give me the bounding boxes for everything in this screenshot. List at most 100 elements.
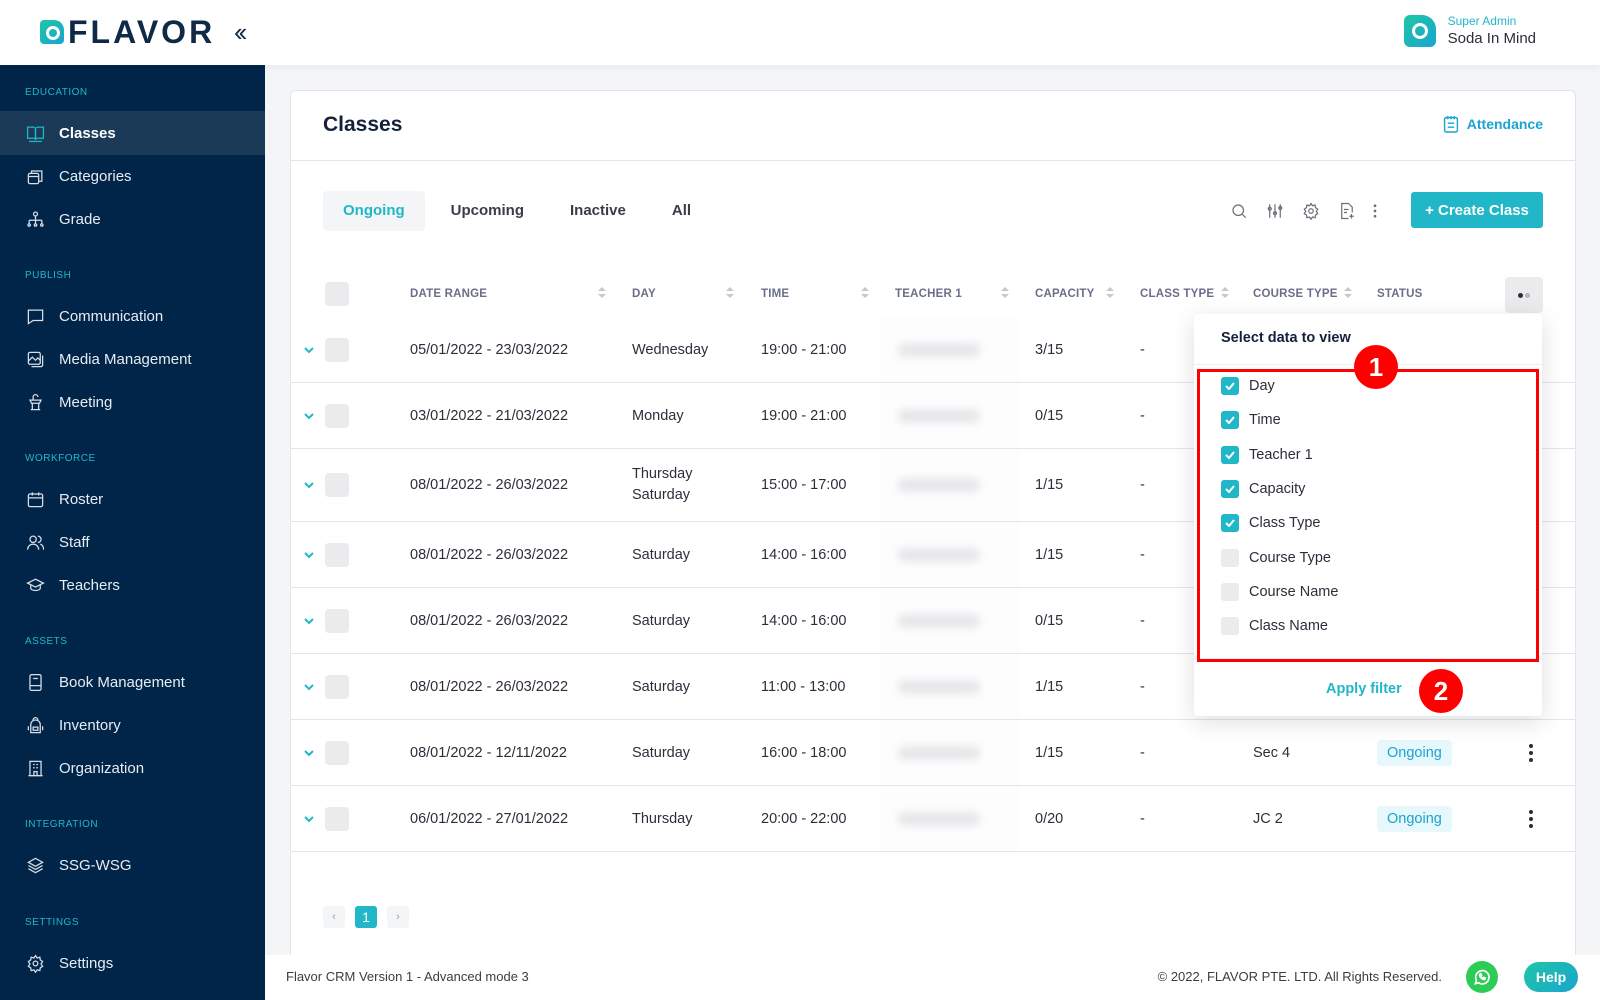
row-checkbox[interactable] xyxy=(325,806,349,831)
status-badge: Ongoing xyxy=(1377,805,1452,832)
blurred-teacher-name xyxy=(898,679,980,694)
sidebar-item-label: Classes xyxy=(59,124,116,142)
help-button[interactable]: Help xyxy=(1524,962,1578,992)
whatsapp-icon[interactable] xyxy=(1466,961,1498,993)
sidebar-item-ssg-wsg[interactable]: SSG-WSG xyxy=(0,843,265,887)
class-type-cell: - xyxy=(1140,810,1145,827)
column-header-class-type[interactable]: CLASS TYPE xyxy=(1140,271,1214,317)
tab-upcoming[interactable]: Upcoming xyxy=(431,191,544,231)
search-icon[interactable] xyxy=(1221,199,1257,223)
expand-row-chevron-icon[interactable] xyxy=(303,720,315,785)
expand-row-chevron-icon[interactable] xyxy=(303,786,315,851)
column-header-course-type[interactable]: COURSE TYPE xyxy=(1253,271,1338,317)
sidebar-item-label: Staff xyxy=(59,533,90,551)
sidebar-item-categories[interactable]: Categories xyxy=(0,154,265,198)
sidebar-item-communication[interactable]: Communication xyxy=(0,294,265,338)
sidebar-item-grade[interactable]: Grade xyxy=(0,197,265,241)
expand-row-chevron-icon[interactable] xyxy=(303,654,315,719)
sidebar-item-inventory[interactable]: Inventory xyxy=(0,703,265,747)
column-header-teacher-1[interactable]: TEACHER 1 xyxy=(895,271,962,317)
prev-page-button[interactable]: ‹ xyxy=(323,906,345,928)
attendance-link[interactable]: Attendance xyxy=(1443,115,1543,133)
column-header-day[interactable]: DAY xyxy=(632,271,656,317)
sort-icon[interactable] xyxy=(1221,286,1229,300)
gallery-icon xyxy=(25,349,45,369)
column-header-capacity[interactable]: CAPACITY xyxy=(1035,271,1095,317)
row-actions-icon[interactable] xyxy=(1527,809,1535,828)
table-row[interactable]: 08/01/2022 - 12/11/2022 Saturday 16:00 -… xyxy=(291,720,1575,786)
more-vertical-icon[interactable] xyxy=(1365,199,1385,223)
sidebar-item-roster[interactable]: Roster xyxy=(0,477,265,521)
day-cell: Saturday xyxy=(632,522,690,587)
teacher-cell xyxy=(880,522,1020,587)
annotation-marker-2: 2 xyxy=(1419,669,1463,713)
class-type-cell: - xyxy=(1140,612,1145,629)
apply-filter-button[interactable]: Apply filter xyxy=(1326,681,1402,697)
row-actions-icon[interactable] xyxy=(1527,743,1535,762)
sort-icon[interactable] xyxy=(598,286,606,300)
expand-row-chevron-icon[interactable] xyxy=(303,522,315,587)
flavor-logo[interactable]: FLAVOR xyxy=(40,16,215,48)
expand-row-chevron-icon[interactable] xyxy=(303,588,315,653)
column-header-status[interactable]: STATUS xyxy=(1377,271,1423,317)
sidebar-item-staff[interactable]: Staff xyxy=(0,520,265,564)
create-class-button[interactable]: + Create Class xyxy=(1411,192,1543,228)
user-name: Soda In Mind xyxy=(1447,30,1536,47)
sort-icon[interactable] xyxy=(1344,286,1352,300)
sort-icon[interactable] xyxy=(1106,286,1114,300)
clipboard-calendar-icon xyxy=(1443,116,1458,133)
export-file-icon[interactable] xyxy=(1329,199,1365,223)
expand-row-chevron-icon[interactable] xyxy=(303,383,315,448)
column-picker-toggle[interactable] xyxy=(1505,277,1543,313)
gear-icon[interactable] xyxy=(1293,199,1329,223)
user-profile[interactable]: Super Admin Soda In Mind xyxy=(1403,14,1536,47)
sidebar-item-meeting[interactable]: Meeting xyxy=(0,380,265,424)
sidebar-item-label: Categories xyxy=(59,167,132,185)
sort-icon[interactable] xyxy=(1001,286,1009,300)
sort-icon[interactable] xyxy=(861,286,869,300)
sidebar-item-classes[interactable]: Classes xyxy=(0,111,265,155)
sort-icon[interactable] xyxy=(726,286,734,300)
expand-row-chevron-icon[interactable] xyxy=(303,317,315,382)
table-row[interactable]: 06/01/2022 - 27/01/2022 Thursday 20:00 -… xyxy=(291,786,1575,852)
expand-row-chevron-icon[interactable] xyxy=(303,449,315,521)
day-text: Thursday xyxy=(632,810,693,827)
page-1-button[interactable]: 1 xyxy=(355,906,377,928)
sidebar-item-media-management[interactable]: Media Management xyxy=(0,337,265,381)
capacity-cell: 0/20 xyxy=(1035,810,1064,827)
class-type-cell: - xyxy=(1140,744,1145,761)
time-cell: 19:00 - 21:00 xyxy=(761,407,847,424)
tab-all[interactable]: All xyxy=(652,191,711,231)
tab-ongoing[interactable]: Ongoing xyxy=(323,191,425,231)
row-checkbox[interactable] xyxy=(325,740,349,765)
book-icon xyxy=(25,672,45,692)
row-checkbox[interactable] xyxy=(325,608,349,633)
column-header-time[interactable]: TIME xyxy=(761,271,789,317)
time-cell: 15:00 - 17:00 xyxy=(761,477,847,493)
sidebar-item-settings[interactable]: Settings xyxy=(0,941,265,985)
chevrons-left-icon[interactable]: ‹‹ xyxy=(234,19,247,45)
column-header-date-range[interactable]: DATE RANGE xyxy=(410,271,487,317)
teacher-cell xyxy=(880,588,1020,653)
sidebar-item-label: Roster xyxy=(59,490,104,508)
sidebar-item-book-management[interactable]: Book Management xyxy=(0,660,265,704)
next-page-button[interactable]: › xyxy=(387,906,409,928)
day-text: Saturday xyxy=(632,612,691,629)
sidebar-item-organization[interactable]: Organization xyxy=(0,746,265,790)
select-all-checkbox[interactable] xyxy=(325,282,349,306)
class-type-cell: - xyxy=(1140,407,1145,424)
sidebar-item-label: Inventory xyxy=(59,716,121,734)
row-checkbox[interactable] xyxy=(325,542,349,567)
sidebar-item-teachers[interactable]: Teachers xyxy=(0,563,265,607)
sliders-icon[interactable] xyxy=(1257,199,1293,223)
tab-inactive[interactable]: Inactive xyxy=(550,191,646,231)
date-range-cell: 05/01/2022 - 23/03/2022 xyxy=(410,341,569,358)
row-checkbox[interactable] xyxy=(325,337,349,362)
row-checkbox[interactable] xyxy=(325,403,349,428)
time-cell: 14:00 - 16:00 xyxy=(761,546,847,563)
user-role: Super Admin xyxy=(1447,14,1517,28)
row-checkbox[interactable] xyxy=(325,473,349,497)
row-checkbox[interactable] xyxy=(325,674,349,699)
time-cell: 19:00 - 21:00 xyxy=(761,341,847,358)
stack-icon xyxy=(25,855,45,875)
